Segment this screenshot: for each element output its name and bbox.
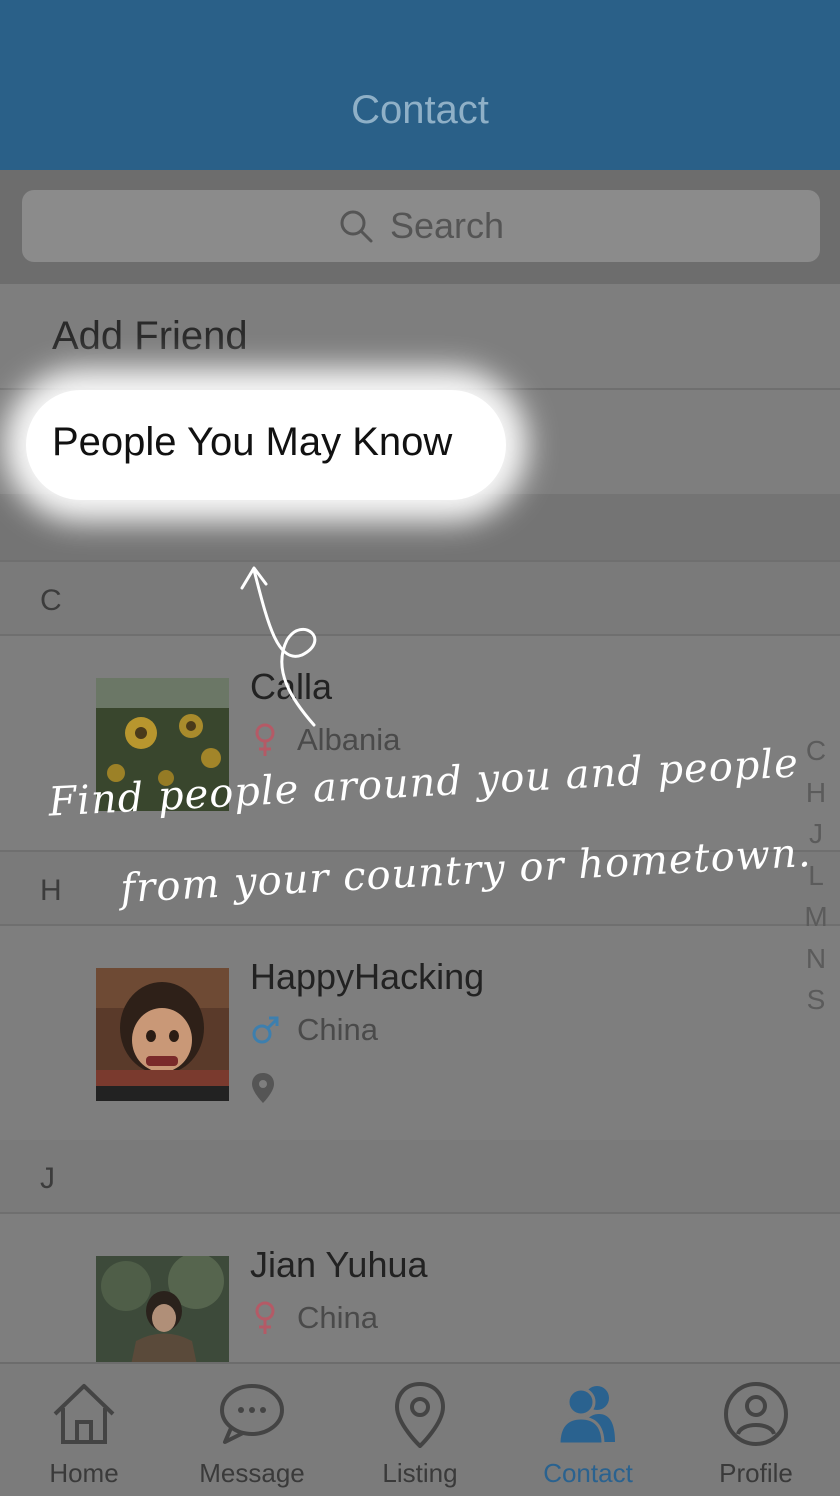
tab-label: Profile [719, 1458, 793, 1488]
contacts-icon [557, 1386, 615, 1446]
avatar [96, 1256, 229, 1362]
index-letter[interactable]: M [804, 896, 827, 938]
home-icon [53, 1384, 115, 1444]
chat-bubble-icon [220, 1384, 284, 1444]
contact-name: HappyHacking [250, 956, 485, 997]
section-letter: C [40, 584, 62, 617]
index-letter[interactable]: N [806, 938, 826, 980]
index-letter[interactable]: H [806, 772, 826, 814]
section-letter: J [40, 1162, 55, 1195]
contact-row-jian-yuhua[interactable]: Jian Yuhua China [0, 1214, 840, 1362]
tab-home[interactable]: Home [0, 1364, 168, 1496]
section-header-j: J [0, 1140, 840, 1214]
contact-row-happyhacking[interactable]: HappyHacking China [0, 926, 840, 1142]
contact-country: China [297, 1300, 378, 1335]
people-you-may-know-label[interactable]: People You May Know [52, 420, 452, 465]
tab-contact[interactable]: Contact [504, 1364, 672, 1496]
contact-name: Jian Yuhua [250, 1244, 428, 1285]
tab-label: Listing [382, 1458, 458, 1488]
page-title: Contact [351, 88, 489, 132]
tab-listing[interactable]: Listing [336, 1364, 504, 1496]
tab-profile[interactable]: Profile [672, 1364, 840, 1496]
index-letter[interactable]: S [807, 979, 826, 1021]
section-header-c: C [0, 562, 840, 636]
nav-header: Contact [0, 0, 840, 170]
location-pin-icon [252, 1073, 274, 1103]
add-friend-row[interactable]: Add Friend [0, 284, 840, 390]
tab-label: Message [199, 1458, 305, 1488]
search-icon [340, 210, 373, 243]
tab-bar: Home Message Listing Contact Profile [0, 1362, 840, 1496]
search-input[interactable]: Search [22, 190, 820, 262]
search-bar-area: Search [0, 170, 840, 284]
contact-country: China [297, 1012, 378, 1047]
avatar [96, 968, 229, 1101]
tab-message[interactable]: Message [168, 1364, 336, 1496]
user-circle-icon [724, 1382, 788, 1446]
annotation-arrow-icon [240, 566, 317, 727]
tab-label: Home [49, 1458, 119, 1488]
map-pin-icon [394, 1381, 446, 1448]
section-spacer [0, 494, 840, 562]
search-placeholder: Search [389, 205, 505, 246]
tab-label: Contact [543, 1458, 633, 1488]
index-letter[interactable]: C [806, 730, 826, 772]
female-icon [255, 1301, 275, 1334]
male-icon [252, 1016, 279, 1044]
add-friend-label: Add Friend [52, 314, 248, 358]
section-letter: H [40, 874, 62, 907]
